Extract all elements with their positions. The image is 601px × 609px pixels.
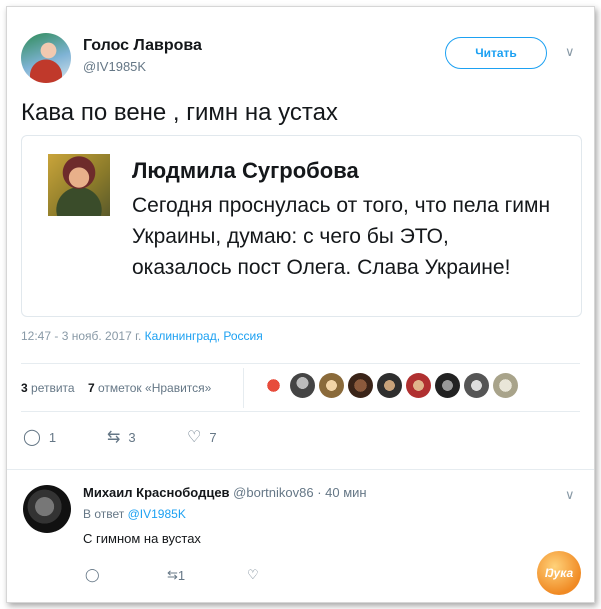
divider [21, 363, 580, 364]
liker-avatar[interactable] [435, 373, 460, 398]
reply-retweet-count: 1 [177, 567, 186, 583]
location-link[interactable]: Калининград, Россия [145, 329, 263, 343]
retweet-icon: ⇆ [167, 567, 178, 582]
liker-avatar[interactable] [261, 373, 286, 398]
reply-to-label: В ответ [83, 507, 125, 521]
stats-separator [243, 368, 244, 408]
retweets-label: ретвита [31, 381, 75, 395]
reply-icon: ◯ [23, 429, 41, 446]
retweets-stat[interactable]: 3 ретвита [21, 381, 75, 395]
liker-avatar[interactable] [290, 373, 315, 398]
liker-avatar[interactable] [493, 373, 518, 398]
reply-author-handle[interactable]: @bortnikov86 [233, 485, 313, 500]
retweet-action[interactable]: ⇆ 3 [107, 427, 136, 447]
section-divider [7, 469, 594, 470]
chevron-down-icon[interactable]: ∨ [565, 487, 575, 503]
liker-avatar[interactable] [319, 373, 344, 398]
likes-stat[interactable]: 7 отметок «Нравится» [88, 381, 211, 395]
chevron-down-icon[interactable]: ∨ [565, 44, 575, 60]
quoted-tweet-text: Сегодня проснулась от того, что пела гим… [132, 194, 551, 279]
quoted-author-avatar [48, 154, 110, 216]
reply-action[interactable]: ◯ 1 [23, 427, 56, 447]
like-action[interactable]: ♡ 7 [187, 427, 217, 447]
timestamp[interactable]: 12:47 - 3 нояб. 2017 г. [21, 329, 141, 343]
author-avatar[interactable] [21, 33, 71, 83]
reply-icon: ◯ [85, 567, 100, 582]
reply-retweet-action[interactable]: ⇆ 1 [167, 567, 185, 583]
reply-author-avatar[interactable] [23, 485, 71, 533]
likes-label: отметок «Нравится» [97, 381, 212, 395]
divider [21, 411, 580, 412]
liker-avatar[interactable] [348, 373, 373, 398]
liker-avatars [261, 373, 518, 398]
liker-avatar[interactable] [464, 373, 489, 398]
like-count: 7 [209, 429, 217, 445]
reply-count: 1 [48, 429, 57, 445]
quoted-tweet[interactable]: Людмила Сугробова Сегодня проснулась от … [21, 135, 582, 317]
tweet-text: Кава по вене , гимн на устах [21, 99, 338, 126]
heart-icon: ♡ [247, 567, 259, 582]
quoted-author-name: Людмила Сугробова [132, 158, 359, 183]
reply-text: С гимном на вустах [83, 531, 201, 546]
retweets-count: 3 [21, 381, 28, 395]
site-watermark-logo: Ŋука [537, 551, 581, 595]
retweet-count: 3 [128, 429, 136, 445]
reply-time[interactable]: · 40 мин [317, 485, 366, 500]
tweet-meta: 12:47 - 3 нояб. 2017 г. Калининград, Рос… [21, 329, 263, 343]
likes-count: 7 [87, 381, 95, 395]
liker-avatar[interactable] [377, 373, 402, 398]
tweet-screenshot: Голос Лаврова @IV1985K Читать ∨ Кава по … [6, 6, 595, 603]
reply-header: Михаил Краснободцев @bortnikov86 · 40 ми… [83, 485, 367, 500]
retweet-icon: ⇆ [107, 429, 121, 446]
reply-author-name[interactable]: Михаил Краснободцев [83, 485, 230, 500]
author-name[interactable]: Голос Лаврова [83, 37, 202, 55]
reply-reply-action[interactable]: ◯ [85, 567, 100, 583]
heart-icon: ♡ [187, 429, 202, 446]
reply-to-line: В ответ @IV1985K [83, 507, 186, 521]
follow-button[interactable]: Читать [445, 37, 547, 69]
engagement-stats: 3 ретвита 7 отметок «Нравится» [21, 381, 211, 395]
liker-avatar[interactable] [406, 373, 431, 398]
reply-like-action[interactable]: ♡ [247, 567, 259, 583]
reply-to-handle[interactable]: @IV1985K [128, 507, 186, 521]
author-handle[interactable]: @IV1985K [83, 59, 146, 74]
